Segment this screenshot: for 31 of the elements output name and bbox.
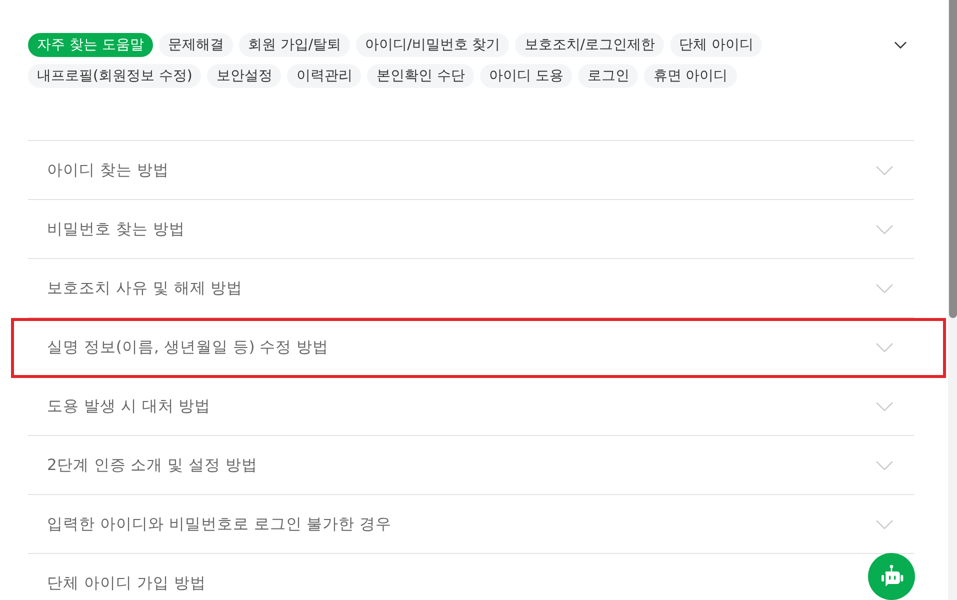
chevron-icon[interactable]	[876, 460, 893, 470]
category-chip[interactable]: 내프로필(회원정보 수정)	[28, 64, 202, 88]
category-chip[interactable]: 문제해결	[158, 33, 233, 57]
scrollbar-thumb[interactable]	[949, 0, 957, 318]
category-chip[interactable]: 아이디 도용	[480, 64, 572, 88]
faq-question[interactable]: 도용 발생 시 대처 방법	[47, 396, 211, 416]
category-chip[interactable]: 단체 아이디	[670, 33, 762, 57]
chatbot-button[interactable]	[868, 553, 915, 600]
chevron-icon[interactable]	[876, 224, 893, 234]
faq-question[interactable]: 단체 아이디 가입 방법	[47, 572, 206, 594]
category-chip[interactable]: 보안설정	[207, 64, 282, 88]
faq-question[interactable]: 보호조치 사유 및 해제 방법	[47, 278, 243, 298]
chevron-icon[interactable]	[876, 166, 893, 174]
faq-question[interactable]: 아이디 찾는 방법	[47, 160, 169, 180]
scrollbar[interactable]	[948, 0, 957, 600]
faq-question[interactable]: 2단계 인증 소개 및 설정 방법	[47, 454, 258, 476]
chevron-icon	[894, 41, 906, 49]
category-chip[interactable]: 이력관리	[287, 64, 362, 88]
category-chip[interactable]: 휴면 아이디	[644, 64, 737, 88]
category-chip[interactable]: 회원 가입/탈퇴	[238, 33, 350, 57]
faq-question[interactable]: 입력한 아이디와 비밀번호로 로그인 불가한 경우	[47, 514, 392, 534]
chevron-icon[interactable]	[876, 342, 893, 352]
category-chip[interactable]: 본인확인 수단	[367, 64, 474, 88]
category-chip[interactable]: 보호조치/로그인제한	[515, 33, 664, 57]
faq-question[interactable]: 비밀번호 찾는 방법	[47, 218, 185, 240]
chevron-icon[interactable]	[876, 402, 893, 410]
chevron-icon[interactable]	[876, 284, 893, 292]
faq-question[interactable]: 실명 정보(이름, 생년월일 등) 수정 방법	[47, 336, 329, 358]
chevron-icon[interactable]	[876, 520, 893, 528]
category-chip[interactable]: 아이디/비밀번호 찾기	[356, 33, 510, 57]
category-chip[interactable]: 로그인	[578, 64, 638, 88]
